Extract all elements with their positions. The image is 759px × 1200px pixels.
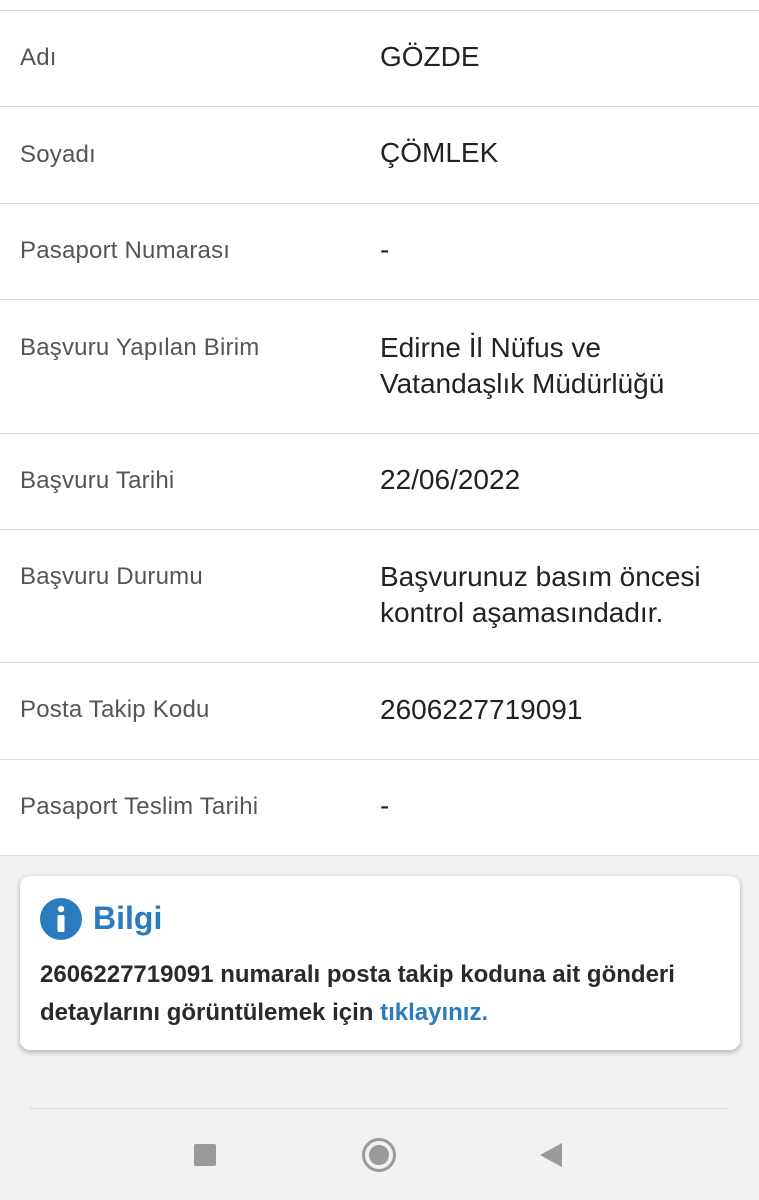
back-icon[interactable] [538,1141,564,1169]
detail-label: Posta Takip Kodu [20,696,210,723]
detail-label: Adı [20,44,57,71]
detail-row-application-date: Başvuru Tarihi 22/06/2022 [0,434,759,530]
passport-details-list: Adı GÖZDE Soyadı ÇÖMLEK Pasaport Numaras… [0,0,759,856]
detail-row-application-office: Başvuru Yapılan Birim Edirne İl Nüfus ve… [0,300,759,434]
detail-row-passport-number: Pasaport Numarası - [0,204,759,300]
info-title: Bilgi [93,900,163,936]
detail-label: Pasaport Numarası [20,237,231,264]
detail-label: Başvuru Durumu [20,563,203,590]
detail-value: ÇÖMLEK [380,137,499,168]
detail-value: 2606227719091 [380,694,583,725]
detail-row-last-name: Soyadı ÇÖMLEK [0,107,759,204]
detail-label: Başvuru Yapılan Birim [20,334,260,361]
detail-value: - [380,234,390,265]
home-icon[interactable] [361,1137,397,1173]
info-card: Bilgi 2606227719091 numaralı posta takip… [20,876,740,1050]
detail-row-first-name: Adı GÖZDE [0,11,759,107]
info-icon [40,898,82,940]
info-message-text: 2606227719091 numaralı posta takip kodun… [40,961,675,1026]
detail-label: Başvuru Tarihi [20,467,175,494]
detail-label: Soyadı [20,141,96,168]
recents-icon[interactable] [193,1143,217,1167]
info-message: 2606227719091 numaralı posta takip kodun… [40,956,730,1032]
detail-row-postal-tracking-code: Posta Takip Kodu 2606227719091 [0,663,759,760]
page: Adı GÖZDE Soyadı ÇÖMLEK Pasaport Numaras… [0,0,759,1200]
detail-row-passport-delivery-date: Pasaport Teslim Tarihi - [0,760,759,856]
tracking-details-link[interactable]: tıklayınız. [380,999,488,1026]
detail-value: 22/06/2022 [380,464,521,495]
detail-value: Edirne İl Nüfus ve Vatandaşlık Müdürlüğü [380,332,665,399]
navbar-divider [30,1108,728,1109]
detail-value: Başvurunuz basım öncesi kontrol aşamasın… [380,561,701,628]
detail-value: GÖZDE [380,41,480,72]
detail-row-application-status: Başvuru Durumu Başvurunuz basım öncesi k… [0,530,759,663]
detail-label: Pasaport Teslim Tarihi [20,793,259,820]
detail-value: - [380,790,390,821]
